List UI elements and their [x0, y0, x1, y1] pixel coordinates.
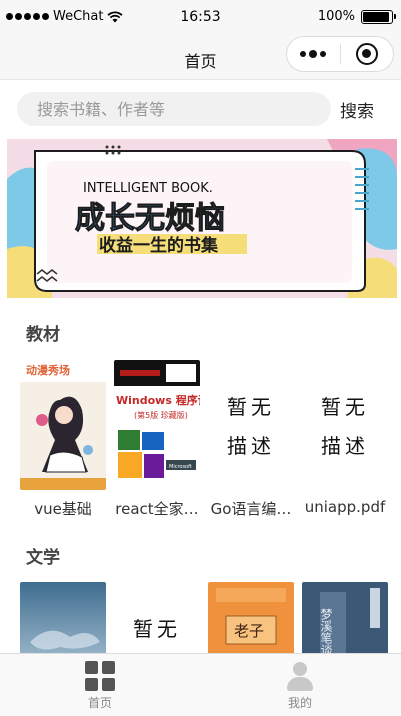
- person-icon: [285, 661, 315, 691]
- grid-icon: [85, 661, 115, 691]
- svg-text:(第5版 珍藏版): (第5版 珍藏版): [134, 410, 188, 420]
- svg-text:梦溪笔谈: 梦溪笔谈: [319, 608, 333, 656]
- book-title: uniapp.pdf: [304, 498, 386, 516]
- book-card[interactable]: 暂无 描述 Go语言编…: [204, 360, 298, 519]
- close-target-icon: [355, 43, 378, 65]
- battery-percent: 100%: [317, 9, 355, 24]
- battery-icon: [361, 9, 396, 24]
- svg-text:老子: 老子: [234, 622, 264, 640]
- search-button[interactable]: 搜索: [340, 97, 388, 122]
- tab-label: 我的: [287, 696, 312, 710]
- book-list-textbooks: 动漫秀场 vue基础 Windows 程序设计 (第5版 珍藏版): [16, 360, 400, 519]
- cover-placeholder-text: 描述: [227, 434, 275, 458]
- cover-placeholder-text: 描述: [321, 434, 369, 458]
- book-title: vue基础: [34, 500, 92, 518]
- cover-placeholder-text: 暂无: [133, 617, 181, 641]
- book-cover-anime: 动漫秀场: [20, 360, 106, 490]
- promo-banner[interactable]: INTELLIGENT BOOK. 成长无烦恼 收益一生的书集: [7, 139, 397, 298]
- tab-mine[interactable]: 我的: [200, 654, 400, 716]
- book-title: Go语言编…: [210, 500, 292, 518]
- section-title-textbooks: 教材: [26, 325, 60, 345]
- svg-text:Windows 程序设计: Windows 程序设计: [116, 393, 200, 407]
- banner-illustration: INTELLIGENT BOOK. 成长无烦恼 收益一生的书集: [7, 139, 397, 298]
- banner-headline: 成长无烦恼: [75, 201, 225, 236]
- search-input[interactable]: [17, 92, 331, 126]
- search-bar: 搜索: [0, 84, 401, 134]
- banner-subline: 收益一生的书集: [99, 235, 219, 256]
- book-card[interactable]: 暂无 描述 uniapp.pdf: [298, 360, 392, 519]
- cover-placeholder-text: 暂无: [227, 395, 275, 419]
- close-target-button[interactable]: [340, 37, 393, 71]
- book-title: react全家…: [115, 500, 199, 518]
- status-right: 100%: [317, 9, 396, 24]
- mini-program-capsule: [286, 36, 394, 72]
- book-cover-placeholder: 暂无 描述: [302, 360, 388, 490]
- tab-bar: 首页 我的: [0, 653, 401, 716]
- book-card[interactable]: Windows 程序设计 (第5版 珍藏版) Microsoft react全家…: [110, 360, 204, 519]
- more-icon[interactable]: [287, 37, 340, 71]
- svg-text:Microsoft: Microsoft: [169, 464, 192, 470]
- cover-placeholder-text: 暂无: [321, 395, 369, 419]
- nav-bar: 首页: [0, 36, 401, 80]
- section-title-literature: 文学: [26, 548, 60, 568]
- book-card[interactable]: 动漫秀场 vue基础: [16, 360, 110, 519]
- book-cover-windows: Windows 程序设计 (第5版 珍藏版) Microsoft: [114, 360, 200, 490]
- book-cover-placeholder: 暂无 描述: [208, 360, 294, 490]
- status-bar: WeChat 16:53 100%: [0, 0, 401, 36]
- tab-home[interactable]: 首页: [0, 654, 200, 716]
- svg-text:动漫秀场: 动漫秀场: [26, 363, 70, 377]
- banner-eyebrow: INTELLIGENT BOOK.: [83, 181, 213, 196]
- tab-label: 首页: [87, 696, 112, 710]
